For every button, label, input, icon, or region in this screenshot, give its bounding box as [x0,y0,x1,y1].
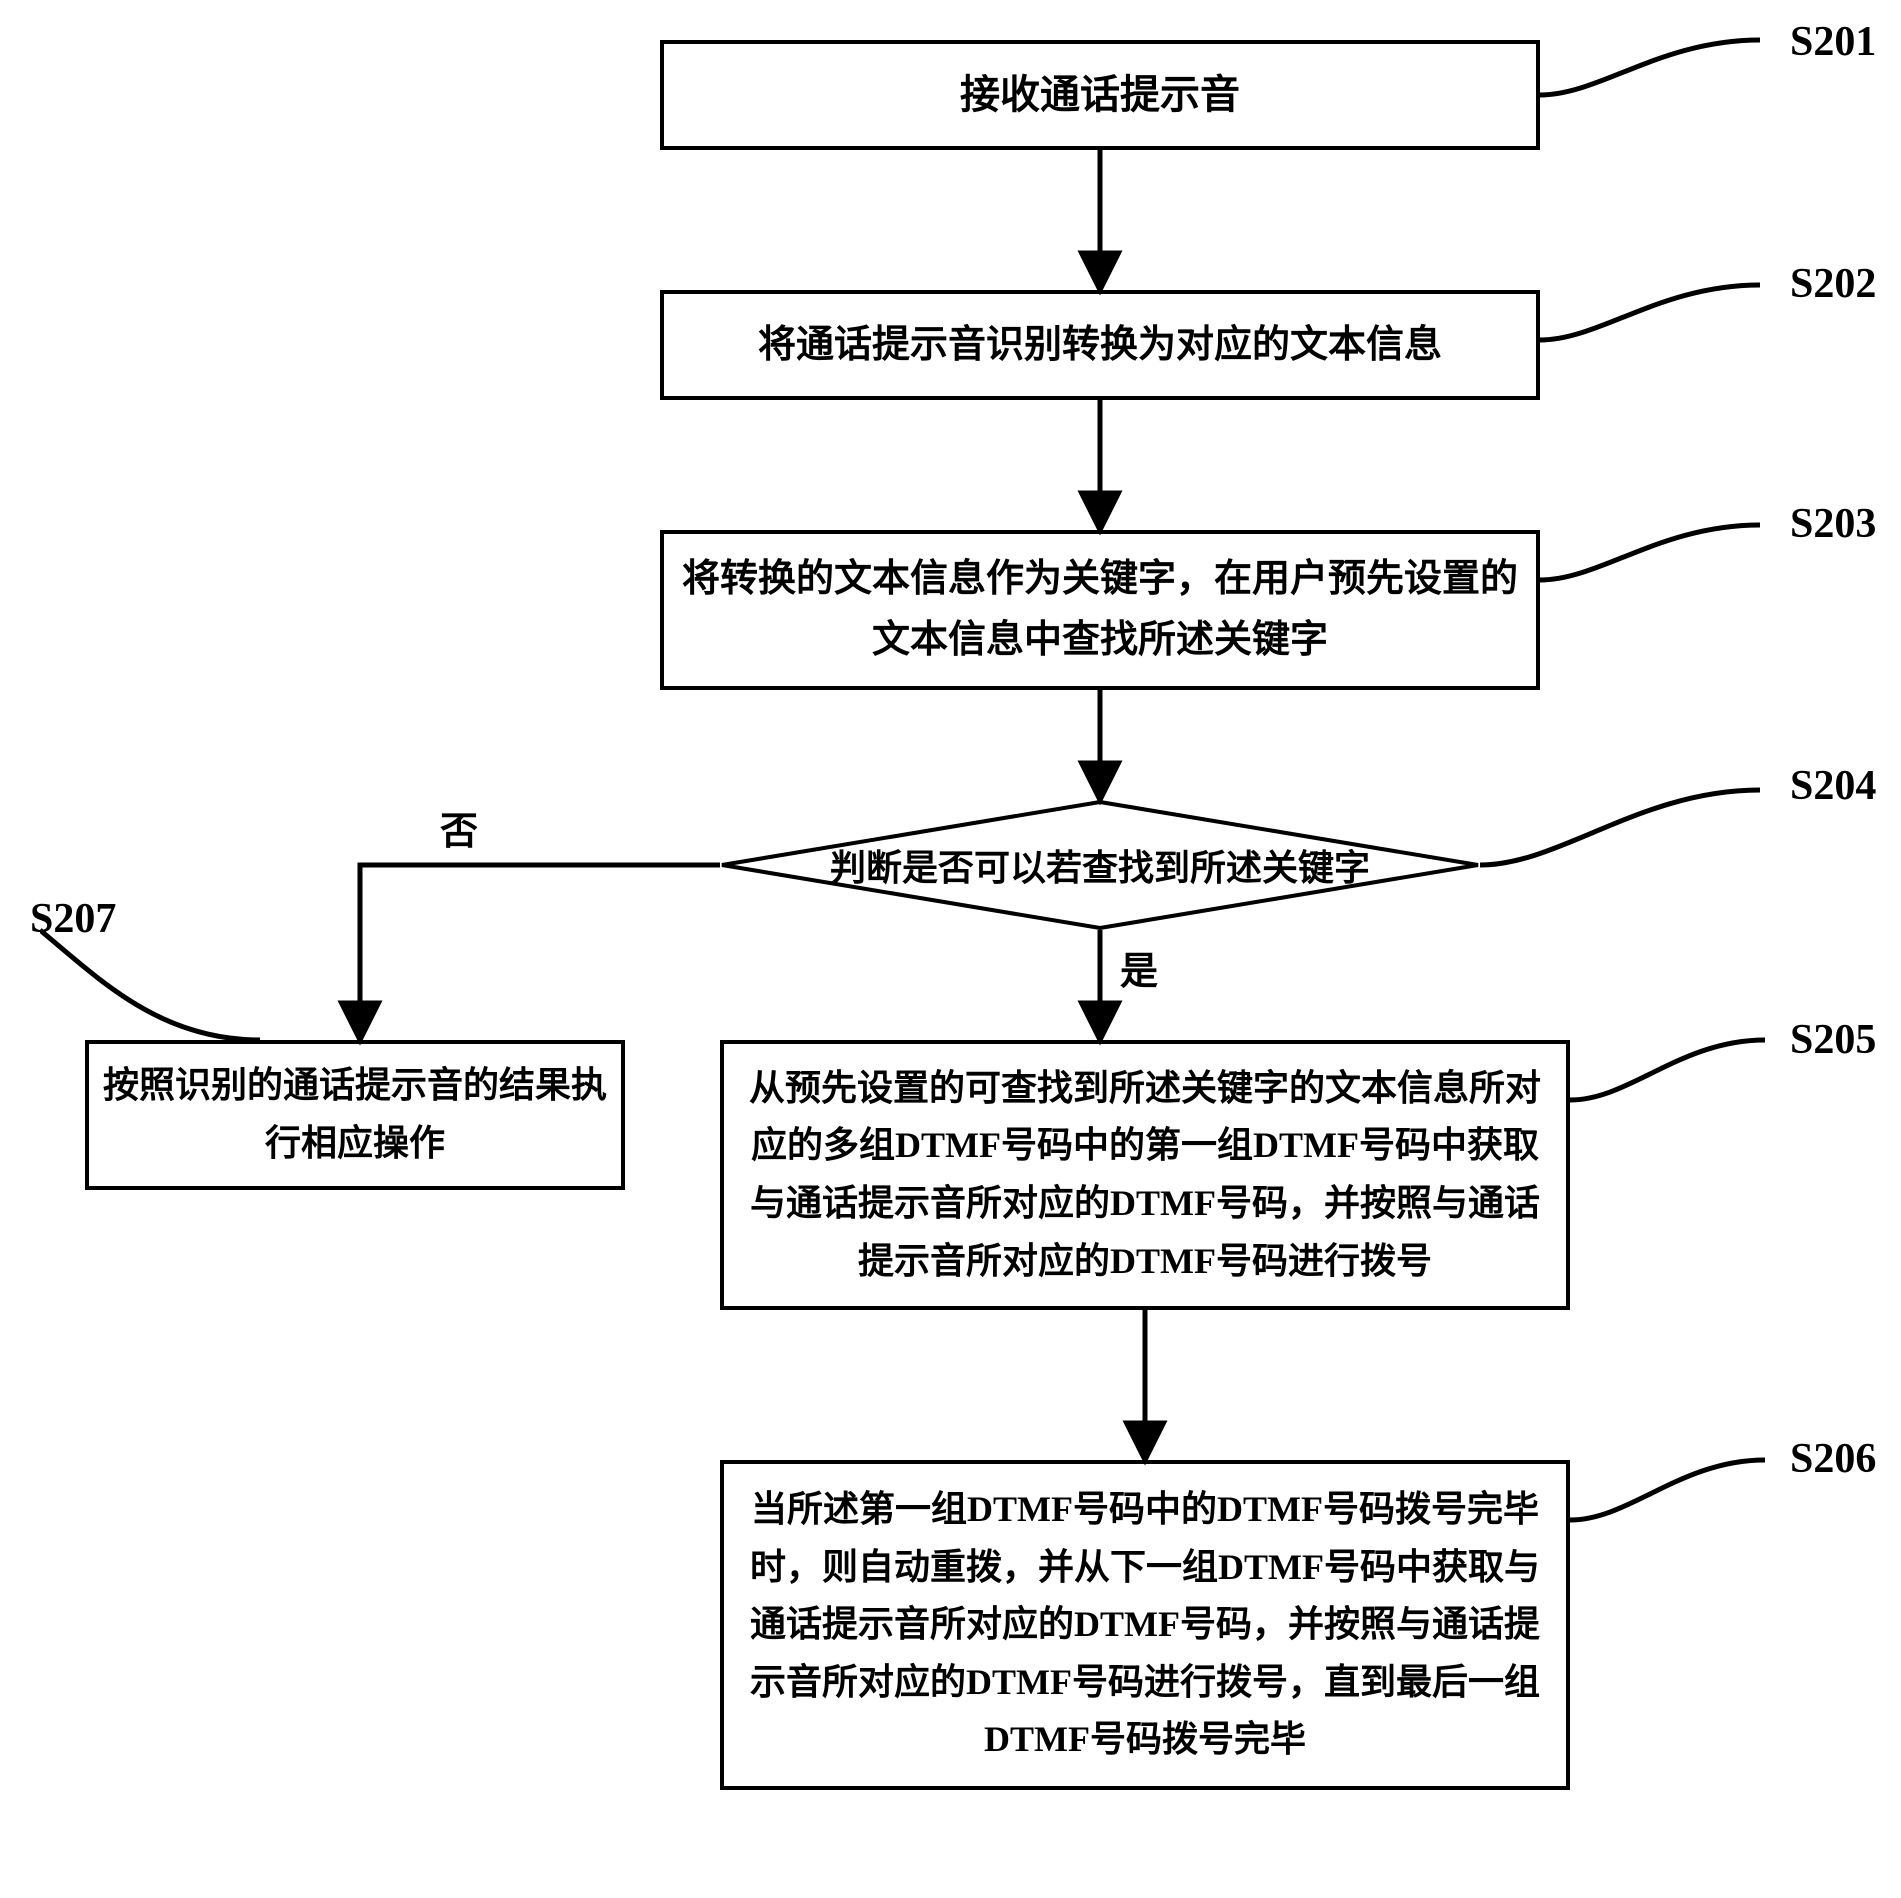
label-s203: S203 [1790,500,1876,548]
step-text: 将通话提示音识别转换为对应的文本信息 [758,315,1442,376]
label-s202: S202 [1790,260,1876,308]
leader-s204 [1480,770,1800,880]
label-s204: S204 [1790,762,1876,810]
leader-s206 [1570,1440,1800,1560]
label-s206: S206 [1790,1435,1876,1483]
branch-no: 否 [440,800,478,855]
leader-s205 [1570,1020,1800,1140]
decision-text: 判断是否可以若查找到所述关键字 [830,839,1370,891]
step-s201: 接收通话提示音 [660,40,1540,150]
label-s201: S201 [1790,18,1876,66]
leader-s203 [1540,505,1800,625]
decision-s204: 判断是否可以若查找到所述关键字 [720,800,1480,930]
step-s202: 将通话提示音识别转换为对应的文本信息 [660,290,1540,400]
label-s207: S207 [30,895,116,943]
step-s206: 当所述第一组DTMF号码中的DTMF号码拨号完毕时，则自动重拨，并从下一组DTM… [720,1460,1570,1790]
branch-yes: 是 [1120,940,1158,995]
step-text: 当所述第一组DTMF号码中的DTMF号码拨号完毕时，则自动重拨，并从下一组DTM… [734,1481,1556,1769]
leader-s202 [1540,265,1800,385]
step-text: 从预先设置的可查找到所述关键字的文本信息所对应的多组DTMF号码中的第一组DTM… [734,1060,1556,1290]
label-s205: S205 [1790,1016,1876,1064]
leader-s201 [1540,20,1800,140]
step-s205: 从预先设置的可查找到所述关键字的文本信息所对应的多组DTMF号码中的第一组DTM… [720,1040,1570,1310]
step-s203: 将转换的文本信息作为关键字，在用户预先设置的文本信息中查找所述关键字 [660,530,1540,690]
step-text: 接收通话提示音 [960,63,1240,127]
step-text: 将转换的文本信息作为关键字，在用户预先设置的文本信息中查找所述关键字 [674,549,1526,671]
step-s207: 按照识别的通话提示音的结果执行相应操作 [85,1040,625,1190]
step-text: 按照识别的通话提示音的结果执行相应操作 [99,1057,611,1172]
